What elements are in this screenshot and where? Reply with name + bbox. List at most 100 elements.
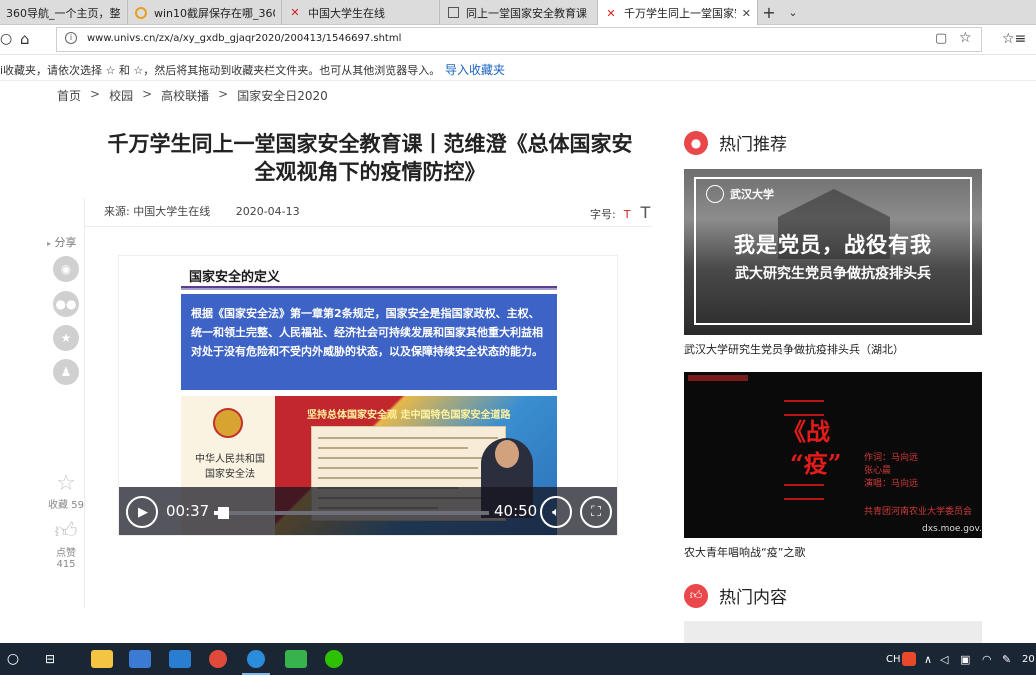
font-small-button[interactable]: T (624, 208, 631, 221)
slide-definition-text: 根据《国家安全法》第一章第2条规定，国家安全是指国家政权、主权、统一和领土完整、… (181, 294, 557, 390)
caret-right-icon: ▸ (47, 239, 52, 248)
tab-title: 同上一堂国家安全教育课 — (466, 6, 591, 20)
chevron-up-icon[interactable]: ∧ (924, 643, 932, 675)
hub-favorites-icon[interactable]: ☆≡ (1002, 31, 1026, 47)
breadcrumb-home[interactable]: 首页 (57, 87, 81, 104)
chevron-down-icon[interactable]: ⌄ (782, 0, 804, 25)
progress-handle[interactable] (218, 507, 230, 519)
info-icon[interactable]: i (65, 32, 77, 44)
url-field[interactable]: i www.univs.cn/zx/a/xy_gxdb_gjaqr2020/20… (56, 27, 982, 52)
media-player-icon[interactable] (282, 643, 310, 675)
tab-360-home[interactable]: 360导航_一个主页，整个世 (0, 0, 128, 25)
favorite-button[interactable]: ☆ 收藏 59 (46, 472, 86, 512)
divider (84, 226, 652, 227)
hot-recommend-heading: ● 热门推荐 (684, 130, 787, 155)
like-button[interactable]: 👍︎ 点赞 415 (46, 519, 86, 571)
fullscreen-button[interactable]: ⛶ (580, 496, 612, 528)
taskbar: ○ ⊟ CH ∧ ◁ ▣ ◠ ✎ 20 (0, 643, 1036, 675)
tab-title: win10截屏保存在哪_360搜索 (154, 6, 275, 20)
play-icon: ▶ (138, 504, 148, 520)
breadcrumb-separator: > (90, 87, 101, 101)
close-tab-icon[interactable]: ✕ (742, 7, 751, 20)
network-icon[interactable]: ▣ (960, 643, 970, 675)
wechat-icon[interactable]: ●● (53, 291, 79, 317)
favorites-hint: i收藏夹，请依次选择 ☆ 和 ☆，然后将其拖动到收藏夹栏文件夹。也可从其他浏览器… (0, 64, 441, 77)
tab-univs[interactable]: ✕ 中国大学生在线 (282, 0, 440, 25)
favorites-bar: i收藏夹，请依次选择 ☆ 和 ☆，然后将其拖动到收藏夹栏文件夹。也可从其他浏览器… (0, 55, 1036, 81)
poster-law-title: 中华人民共和国 国家安全法 (195, 454, 265, 480)
song-title-a: 《战 (782, 417, 830, 446)
chrome-icon[interactable] (204, 643, 232, 675)
current-time: 00:37 (166, 502, 210, 520)
tab-title: 中国大学生在线 (308, 6, 385, 20)
ime-indicator[interactable]: CH (886, 643, 901, 675)
task-view-icon[interactable]: ⊟ (36, 643, 64, 675)
recommend-image-whu[interactable]: 武汉大学 我是党员，战役有我 武大研究生党员争做抗疫排头兵 (684, 169, 982, 335)
slide-title: 国家安全的定义 (189, 270, 281, 285)
video-player[interactable]: 国家安全的定义 根据《国家安全法》第一章第2条规定，国家安全是指国家政权、主权、… (118, 255, 618, 536)
page-icon (446, 6, 460, 20)
store-icon[interactable] (126, 643, 154, 675)
like-label: 点赞 (56, 548, 76, 559)
home-icon[interactable]: ⌂ (20, 30, 30, 48)
wifi-icon[interactable]: ◠ (982, 643, 992, 675)
tab-title: 360导航_一个主页，整个世 (6, 6, 121, 20)
whu-logo: 武汉大学 (706, 185, 774, 203)
share-label: ▸ 分享 (47, 236, 77, 249)
reading-view-icon[interactable]: ▢ (935, 31, 947, 46)
breadcrumb-separator: > (142, 87, 153, 101)
hot-content-image[interactable] (684, 621, 982, 643)
breadcrumb-university[interactable]: 高校联播 (161, 87, 209, 104)
speaker-tray-icon[interactable]: ◁ (940, 643, 948, 675)
image-header-strip (688, 375, 748, 381)
back-arrow-icon[interactable]: ○ (0, 31, 12, 47)
play-button[interactable]: ▶ (126, 496, 158, 528)
slide-rule (181, 286, 557, 290)
favorite-star-icon[interactable]: ☆ (959, 30, 972, 46)
tab-national-security[interactable]: 同上一堂国家安全教育课 — (440, 0, 598, 25)
url-text[interactable]: www.univs.cn/zx/a/xy_gxdb_gjaqr2020/2004… (87, 33, 401, 44)
pen-icon[interactable]: ✎ (1002, 643, 1011, 675)
video-controls: ▶ 00:37 40:50 🔈︎ ⛶ (119, 487, 617, 535)
recommend-caption-whu[interactable]: 武汉大学研究生党员争做抗疫排头兵（湖北） (684, 341, 904, 357)
progress-bar[interactable] (214, 507, 489, 519)
breadcrumb-separator: > (218, 87, 229, 101)
weibo-icon[interactable]: ◉ (53, 256, 79, 282)
breadcrumb: 首页 > 校园 > 高校联播 > 国家安全日2020 (57, 87, 328, 104)
hot-content-heading: 👍︎ 热门内容 (684, 583, 787, 608)
breadcrumb-security-day[interactable]: 国家安全日2020 (237, 87, 328, 104)
article-title: 千万学生同上一堂国家安全教育课丨范维澄《总体国家安全观视角下的疫情防控》 (107, 132, 633, 184)
qq-icon[interactable]: ♟ (53, 359, 79, 385)
article-meta: 来源: 中国大学生在线 2020-04-13 (104, 203, 300, 219)
ornament (784, 484, 824, 500)
edge-icon[interactable] (242, 643, 270, 675)
address-bar: ○ ⌂ i www.univs.cn/zx/a/xy_gxdb_gjaqr202… (0, 25, 1036, 55)
thumbs-up-icon: 👍︎ (684, 583, 708, 608)
sogou-ime-icon[interactable] (902, 643, 916, 675)
favorite-count: 59 (71, 500, 84, 511)
mail-icon[interactable] (166, 643, 194, 675)
wechat-app-icon[interactable] (320, 643, 348, 675)
new-tab-button[interactable]: + (758, 0, 780, 25)
qzone-icon[interactable]: ★ (53, 325, 79, 351)
duration: 40:50 (494, 502, 538, 520)
song-credits: 作词：马向远 张心晨 演唱：马向远 (864, 453, 919, 489)
recommend-image-song[interactable]: 《战 “疫” 作词：马向远 张心晨 演唱：马向远 共青团河南农业大学委员会 dx… (684, 372, 982, 538)
song-organization: 共青团河南农业大学委员会 (864, 507, 973, 517)
font-large-button[interactable]: T (640, 203, 650, 222)
tab-360-search[interactable]: win10截屏保存在哪_360搜索 (128, 0, 282, 25)
univs-logo-icon: ✕ (606, 6, 616, 20)
recommend-caption-song[interactable]: 农大青年唱响战“疫”之歌 (684, 544, 805, 560)
article-date: 2020-04-13 (235, 205, 300, 218)
file-explorer-icon[interactable] (88, 643, 116, 675)
start-search-icon[interactable]: ○ (0, 643, 26, 675)
image-headline: 我是党员，战役有我 (734, 233, 932, 257)
import-favorites-link[interactable]: 导入收藏夹 (445, 61, 505, 78)
song-title-b: “疫” (790, 449, 842, 478)
flame-icon: ● (684, 130, 708, 155)
volume-button[interactable]: 🔈︎ (540, 496, 572, 528)
breadcrumb-campus[interactable]: 校园 (109, 87, 133, 104)
thumbs-up-icon: 👍︎ (54, 519, 78, 544)
tab-active-article[interactable]: ✕ 千万学生同上一堂国家安全 ✕ (598, 0, 758, 26)
clock[interactable]: 20 (1022, 643, 1035, 675)
